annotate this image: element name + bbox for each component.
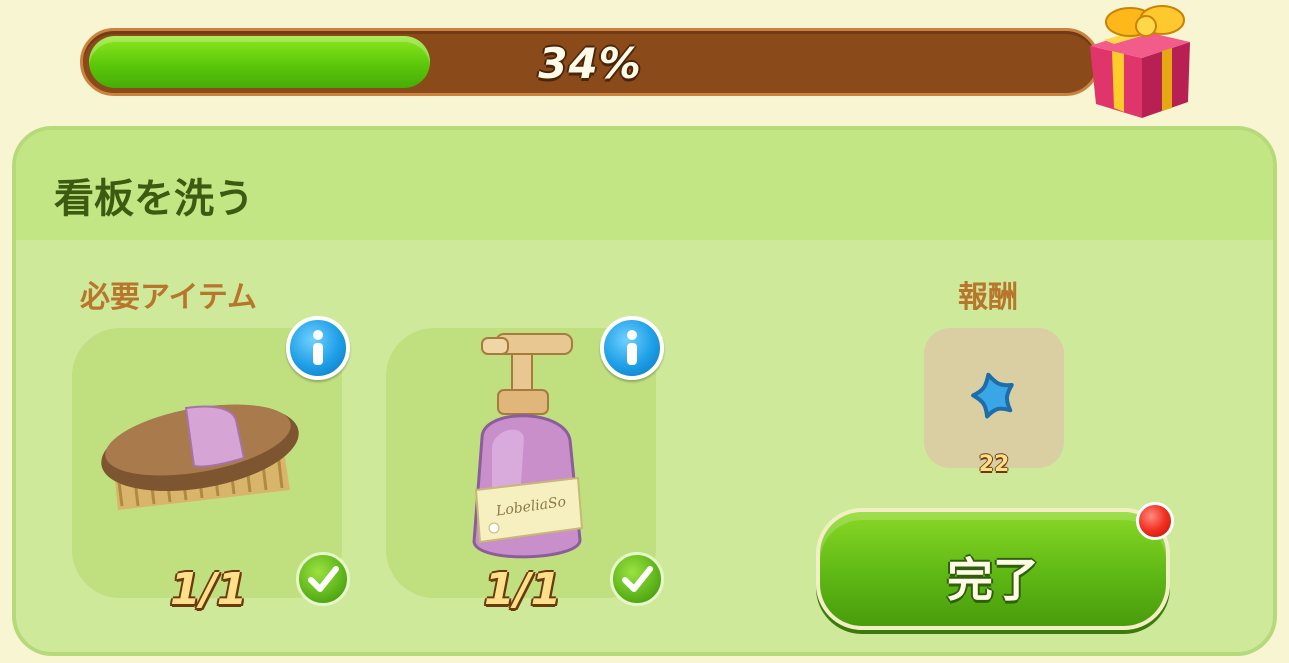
scrub-brush-icon — [101, 404, 299, 510]
reward-slot[interactable] — [924, 328, 1064, 468]
required-item-slot-brush[interactable]: 1/1 — [72, 316, 350, 615]
checkmark-icon — [622, 566, 653, 592]
item-count-soap: 1/1 — [484, 564, 562, 615]
reward-amount: 22 — [978, 452, 1010, 477]
info-button-brush[interactable] — [286, 316, 350, 380]
check-badge-soap — [610, 552, 664, 606]
quest-title: 看板を洗う — [54, 176, 254, 222]
info-button-soap[interactable] — [600, 316, 664, 380]
blue-star-icon — [971, 372, 1014, 419]
item-count-brush: 1/1 — [170, 564, 248, 615]
quest-panel: 看板を洗う 必要アイテム 報酬 1/1 LobeliaSo 1/1 22 完了 — [12, 126, 1277, 656]
notification-dot — [1136, 502, 1174, 540]
required-items-heading: 必要アイテム — [80, 280, 257, 315]
required-item-slot-soap[interactable]: LobeliaSo 1/1 — [386, 316, 664, 615]
info-icon — [627, 330, 637, 365]
check-badge-brush — [296, 552, 350, 606]
gift-box-icon[interactable] — [1082, 0, 1198, 120]
checkmark-icon — [308, 566, 339, 592]
progress-bar: 34% — [80, 28, 1100, 96]
complete-button[interactable]: 完了 — [816, 508, 1170, 630]
soap-bottle-icon: LobeliaSo — [472, 333, 584, 559]
complete-button-label: 完了 — [947, 553, 1039, 607]
reward-heading: 報酬 — [958, 280, 1018, 315]
progress-percent-label: 34% — [538, 39, 642, 88]
info-icon — [313, 330, 323, 365]
